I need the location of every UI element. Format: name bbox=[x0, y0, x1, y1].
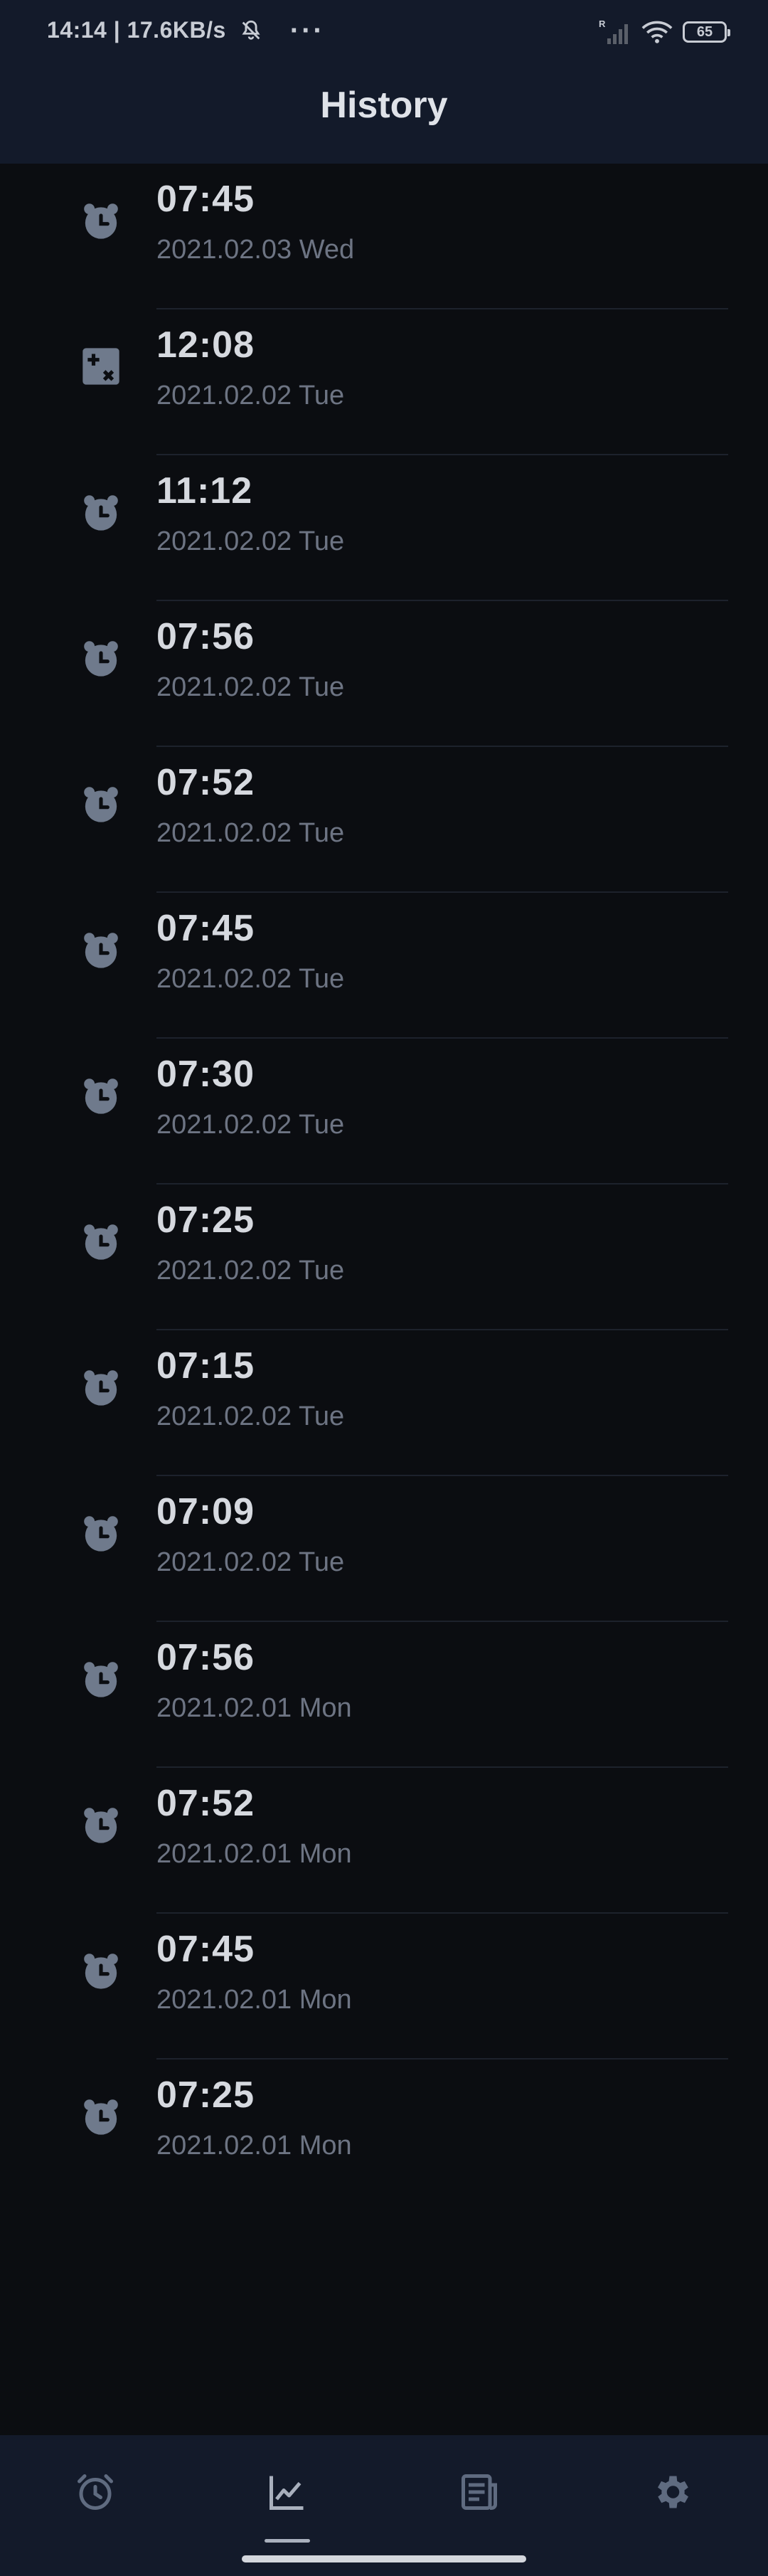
history-time: 07:30 bbox=[156, 1054, 255, 1095]
history-time: 07:56 bbox=[156, 616, 255, 657]
history-date: 2021.02.03 Wed bbox=[156, 235, 355, 265]
history-time: 07:56 bbox=[156, 1637, 255, 1678]
history-item[interactable]: 07:09 2021.02.02 Tue bbox=[0, 1476, 768, 1622]
history-time: 11:12 bbox=[156, 470, 253, 512]
alarm-clock-icon bbox=[81, 784, 121, 824]
battery-level: 65 bbox=[696, 23, 713, 40]
history-date: 2021.02.02 Tue bbox=[156, 526, 345, 556]
history-date: 2021.02.01 Mon bbox=[156, 2131, 352, 2161]
news-icon bbox=[462, 2474, 497, 2510]
history-time: 07:52 bbox=[156, 1783, 255, 1824]
history-time: 07:25 bbox=[156, 2074, 255, 2116]
muted-bell-icon bbox=[242, 20, 260, 40]
signal-roaming-label: R bbox=[599, 18, 606, 29]
history-item[interactable]: 07:15 2021.02.02 Tue bbox=[0, 1330, 768, 1476]
home-indicator[interactable] bbox=[242, 2555, 526, 2562]
history-item[interactable]: 07:25 2021.02.01 Mon bbox=[0, 2060, 768, 2205]
history-item[interactable]: 07:56 2021.02.01 Mon bbox=[0, 1622, 768, 1768]
tab-history[interactable] bbox=[259, 2464, 316, 2521]
history-item[interactable]: 07:45 2021.02.02 Tue bbox=[0, 893, 768, 1039]
alarm-clock-icon bbox=[81, 930, 121, 970]
history-date: 2021.02.01 Mon bbox=[156, 1985, 352, 2015]
history-item[interactable]: 11:12 2021.02.02 Tue bbox=[0, 455, 768, 601]
status-right: R 65 bbox=[599, 18, 730, 46]
history-date: 2021.02.02 Tue bbox=[156, 964, 345, 994]
alarm-clock-icon bbox=[81, 2097, 121, 2136]
status-left: 14:14 | 17.6KB/s ··· bbox=[47, 14, 325, 46]
history-item[interactable]: 07:56 2021.02.02 Tue bbox=[0, 601, 768, 747]
top-bar: 14:14 | 17.6KB/s ··· R 65 History bbox=[0, 0, 768, 164]
history-time: 07:25 bbox=[156, 1199, 255, 1241]
history-time: 12:08 bbox=[156, 324, 255, 366]
tab-news[interactable] bbox=[451, 2464, 508, 2521]
history-item[interactable]: 07:30 2021.02.02 Tue bbox=[0, 1039, 768, 1184]
history-date: 2021.02.01 Mon bbox=[156, 1693, 352, 1723]
alarm-clock-icon bbox=[81, 1951, 121, 1991]
history-date: 2021.02.02 Tue bbox=[156, 1110, 345, 1140]
signal-icon: R bbox=[599, 18, 628, 44]
history-time: 07:09 bbox=[156, 1491, 255, 1532]
wifi-icon bbox=[641, 21, 673, 43]
alarm-clock-icon bbox=[81, 1659, 121, 1699]
alarm-clock-icon bbox=[81, 638, 121, 678]
tab-alarm[interactable] bbox=[67, 2464, 124, 2521]
settings-icon bbox=[658, 2476, 688, 2508]
history-item[interactable]: 07:45 2021.02.03 Wed bbox=[0, 164, 768, 309]
history-item[interactable]: 07:52 2021.02.02 Tue bbox=[0, 747, 768, 893]
calculator-icon bbox=[81, 346, 121, 386]
alarm-clock-icon bbox=[81, 1805, 121, 1845]
history-time: 07:15 bbox=[156, 1345, 255, 1387]
alarm-clock-icon bbox=[81, 1513, 121, 1553]
battery-indicator: 65 bbox=[683, 21, 730, 43]
history-item[interactable]: 07:25 2021.02.02 Tue bbox=[0, 1184, 768, 1330]
alarm-icon bbox=[78, 2474, 113, 2510]
alarm-clock-icon bbox=[81, 1076, 121, 1115]
history-time: 07:52 bbox=[156, 762, 255, 803]
status-time-speed: 14:14 | 17.6KB/s bbox=[47, 17, 226, 43]
history-date: 2021.02.02 Tue bbox=[156, 818, 345, 848]
history-date: 2021.02.02 Tue bbox=[156, 1547, 345, 1577]
status-bar: 14:14 | 17.6KB/s ··· R 65 bbox=[0, 0, 768, 68]
alarm-clock-icon bbox=[81, 1221, 121, 1261]
page-title: History bbox=[320, 85, 448, 126]
more-dots-icon: ··· bbox=[289, 14, 325, 46]
history-date: 2021.02.02 Tue bbox=[156, 672, 345, 702]
history-time: 07:45 bbox=[156, 179, 255, 220]
alarm-clock-icon bbox=[81, 201, 121, 240]
history-time: 07:45 bbox=[156, 1929, 255, 1970]
alarm-clock-icon bbox=[81, 1367, 121, 1407]
history-item[interactable]: 07:45 2021.02.01 Mon bbox=[0, 1914, 768, 2060]
history-item[interactable]: 07:52 2021.02.01 Mon bbox=[0, 1768, 768, 1914]
history-time: 07:45 bbox=[156, 908, 255, 949]
history-date: 2021.02.02 Tue bbox=[156, 1401, 345, 1431]
alarm-clock-icon bbox=[81, 492, 121, 532]
history-date: 2021.02.01 Mon bbox=[156, 1839, 352, 1869]
history-date: 2021.02.02 Tue bbox=[156, 1256, 345, 1286]
chart-icon bbox=[270, 2476, 304, 2510]
history-date: 2021.02.02 Tue bbox=[156, 381, 345, 410]
history-list: 07:45 2021.02.03 Wed 12:08 2021.02.02 Tue 11… bbox=[0, 164, 768, 2205]
selected-tab-indicator bbox=[265, 2539, 310, 2543]
history-item[interactable]: 12:08 2021.02.02 Tue bbox=[0, 309, 768, 455]
tab-settings[interactable] bbox=[643, 2464, 700, 2521]
